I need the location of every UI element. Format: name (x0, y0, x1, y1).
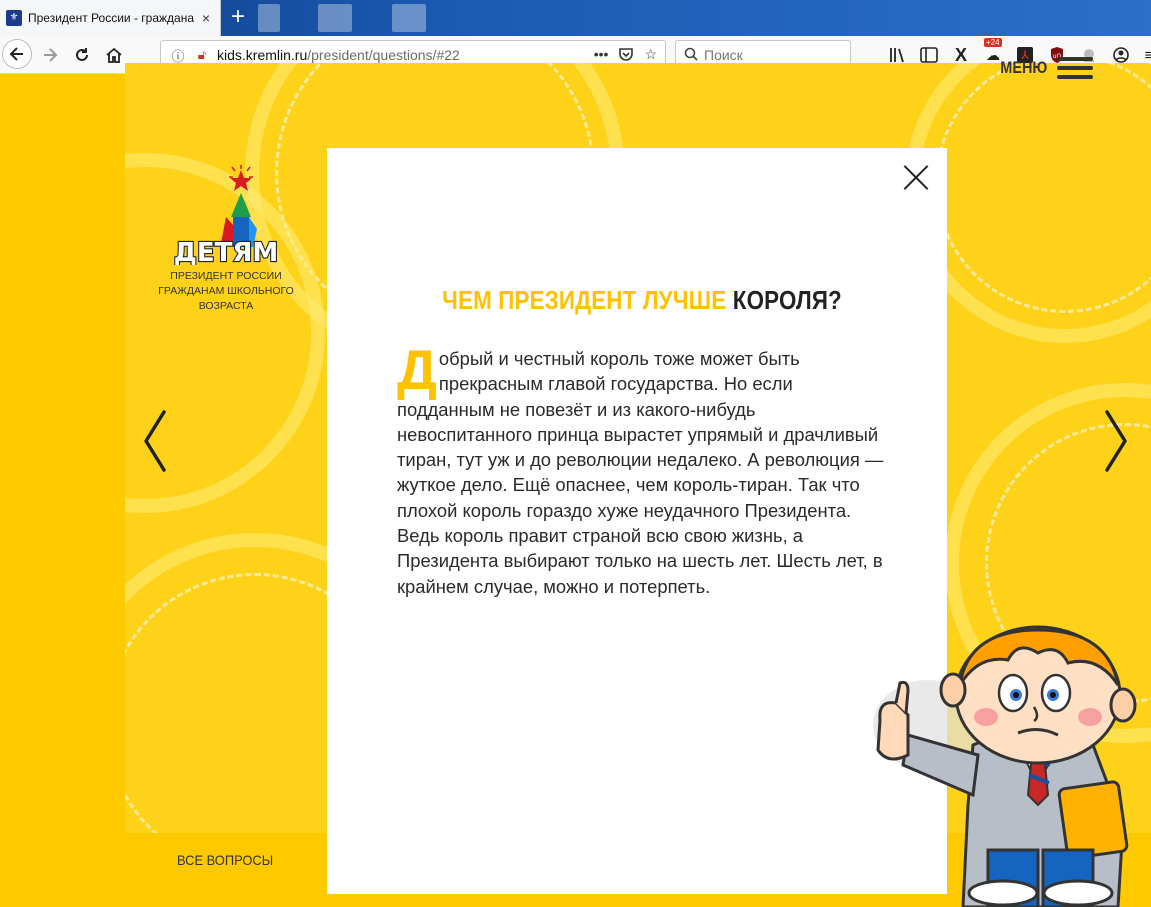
blurred-tab[interactable] (258, 4, 280, 32)
logo-caption: ПРЕЗИДЕНТ РОССИИ ГРАЖДАНАМ ШКОЛЬНОГО ВОЗ… (155, 269, 297, 314)
previous-question-arrow-icon[interactable] (142, 410, 168, 483)
pocket-icon[interactable] (618, 46, 634, 65)
logo-caption-line: ВОЗРАСТА (198, 300, 254, 312)
close-icon[interactable] (903, 164, 929, 190)
question-title: ЧЕМ ПРЕЗИДЕНТ ЛУЧШЕ КОРОЛЯ? (371, 285, 913, 316)
insecure-lock-icon[interactable]: 🔓︎ (193, 46, 211, 64)
page-actions-icon[interactable]: ••• (594, 46, 609, 65)
arrow-right-icon (44, 48, 58, 62)
back-button[interactable] (2, 39, 32, 69)
blurred-tab[interactable] (318, 4, 352, 32)
home-icon (106, 47, 122, 63)
next-question-arrow-icon[interactable] (1103, 410, 1129, 483)
tab-close-icon[interactable]: × (198, 10, 214, 26)
logo-word: ДЕТЯМ (174, 238, 279, 265)
site-logo[interactable]: ДЕТЯМ ПРЕЗИДЕНТ РОССИИ ГРАЖДАНАМ ШКОЛЬНО… (155, 165, 297, 314)
question-modal: ЧЕМ ПРЕЗИДЕНТ ЛУЧШЕ КОРОЛЯ? Добрый и чес… (327, 148, 947, 894)
url-text[interactable]: kids.kremlin.ru/president/questions/#22 (217, 47, 460, 63)
extension-badge: +24 (984, 38, 1002, 47)
tab-bar: ⚜ Президент России - граждана × + (0, 0, 1151, 36)
answer-dropcap: Д (397, 338, 437, 401)
hamburger-icon (1057, 57, 1093, 79)
url-domain: kids.kremlin.ru (217, 47, 308, 63)
menu-button[interactable]: МЕНЮ (992, 57, 1093, 79)
new-tab-button[interactable]: + (224, 4, 252, 32)
browser-tab-active[interactable]: ⚜ Президент России - граждана × (0, 0, 221, 36)
blurred-tab[interactable] (392, 4, 426, 32)
answer-text: Добрый и честный король тоже может быть … (397, 338, 892, 599)
home-button[interactable] (100, 41, 128, 69)
info-icon[interactable]: ⓘ (169, 46, 187, 64)
search-placeholder: Поиск (704, 47, 743, 63)
search-icon (684, 47, 698, 64)
all-questions-link[interactable]: ВСЕ ВОПРОСЫ (177, 852, 273, 868)
logo-caption-line: ГРАЖДАНАМ ШКОЛЬНОГО (158, 285, 294, 297)
bookmark-star-icon[interactable]: ☆ (644, 46, 657, 65)
reload-button[interactable] (68, 41, 96, 69)
question-title-highlight: ЧЕМ ПРЕЗИДЕНТ ЛУЧШЕ (442, 285, 727, 315)
kremlin-favicon-icon: ⚜ (6, 10, 22, 26)
url-path: /president/questions/#22 (307, 47, 460, 63)
cartoon-boy-illustration (868, 625, 1151, 907)
tab-title: Президент России - граждана (28, 11, 194, 25)
arrow-left-icon (9, 47, 23, 61)
reload-icon (76, 48, 88, 61)
forward-button[interactable] (36, 41, 64, 69)
logo-caption-line: ПРЕЗИДЕНТ РОССИИ (170, 270, 282, 282)
question-title-dark: КОРОЛЯ? (732, 285, 842, 315)
menu-label: МЕНЮ (999, 58, 1047, 77)
answer-body: обрый и честный король тоже может быть п… (397, 348, 884, 597)
kremlin-tower-logo-icon: ДЕТЯМ (171, 165, 281, 269)
